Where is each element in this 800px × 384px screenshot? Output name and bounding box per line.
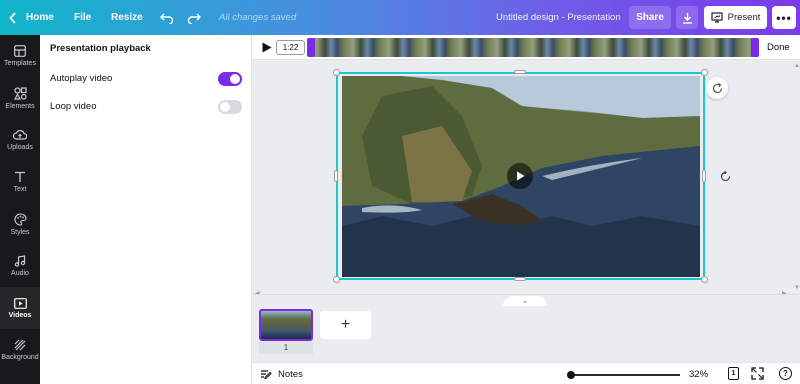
zoom-value[interactable]: 32%	[689, 369, 708, 380]
rail-item-uploads[interactable]: Uploads	[0, 119, 40, 161]
rail-label-audio: Audio	[11, 270, 29, 277]
uploads-icon	[13, 130, 27, 140]
redo-icon[interactable]	[187, 0, 201, 35]
bottom-bar: Notes 32% 1 ?	[252, 362, 800, 384]
scroll-down-icon[interactable]: ▼	[794, 285, 800, 291]
loop-label: Loop video	[50, 101, 97, 112]
autoplay-toggle[interactable]	[218, 72, 242, 86]
elements-icon	[13, 86, 27, 100]
file-menu-button[interactable]: File	[74, 0, 91, 35]
collapse-pages-chevron-icon[interactable]: ⌄	[503, 296, 547, 306]
add-page-button[interactable]: +	[320, 311, 371, 339]
done-button[interactable]: Done	[767, 42, 790, 53]
rail-item-templates[interactable]: Templates	[0, 35, 40, 77]
text-icon	[15, 171, 25, 182]
videos-icon	[13, 297, 27, 309]
loop-toggle[interactable]	[218, 100, 242, 114]
rail-label-styles: Styles	[10, 228, 30, 236]
playback-panel: Presentation playback Autoplay video Loo…	[40, 35, 252, 384]
rotate-icon[interactable]	[718, 169, 732, 183]
resize-handle-right[interactable]	[702, 170, 706, 182]
resize-handle-bottom[interactable]	[514, 277, 526, 281]
audio-icon	[14, 255, 26, 267]
notes-button[interactable]: Notes	[278, 369, 303, 380]
styles-icon	[14, 212, 27, 226]
rail-item-elements[interactable]: Elements	[0, 77, 40, 119]
rail-label-elements: Elements	[5, 102, 35, 110]
rail-item-background[interactable]: Background	[0, 329, 40, 371]
play-icon	[516, 171, 524, 181]
present-button[interactable]: Present	[704, 6, 767, 29]
trim-end-handle[interactable]	[751, 38, 759, 57]
rail-item-audio[interactable]: Audio	[0, 245, 40, 287]
top-toolbar: Home File Resize All changes saved Untit…	[0, 0, 800, 35]
toggle-knob	[220, 102, 230, 112]
play-icon[interactable]	[262, 42, 272, 53]
autoplay-label: Autoplay video	[50, 73, 113, 84]
help-button[interactable]: ?	[779, 367, 792, 380]
resize-handle-top-left[interactable]	[333, 69, 340, 76]
templates-icon	[14, 45, 26, 57]
rail-label-videos: Videos	[8, 311, 32, 319]
rail-item-styles[interactable]: Styles	[0, 203, 40, 245]
zoom-slider-track[interactable]	[570, 374, 680, 376]
design-title[interactable]: Untitled design - Presentation	[496, 0, 621, 35]
toggle-knob	[230, 74, 240, 84]
rail-label-text: Text	[13, 186, 27, 193]
resize-handle-bottom-left[interactable]	[333, 276, 340, 283]
share-button[interactable]: Share	[629, 6, 671, 29]
refresh-icon	[712, 82, 722, 93]
resize-handle-bottom-right[interactable]	[701, 276, 708, 283]
rail-item-videos[interactable]: Videos	[0, 287, 40, 329]
rail-label-templates: Templates	[4, 60, 36, 67]
home-button[interactable]: Home	[26, 0, 54, 35]
resize-button[interactable]: Resize	[111, 0, 143, 35]
page-thumbnail[interactable]	[259, 309, 313, 341]
page-number: 1	[283, 343, 289, 352]
video-trim-bar: 1:22 Done	[252, 35, 800, 60]
video-duration: 1:22	[276, 40, 305, 55]
video-play-button[interactable]	[507, 163, 533, 189]
rail-label-uploads: Uploads	[7, 144, 33, 151]
panel-title: Presentation playback	[50, 43, 151, 54]
page-count-button[interactable]: 1	[728, 367, 739, 380]
resize-handle-top-right[interactable]	[701, 69, 708, 76]
background-icon	[14, 339, 26, 351]
undo-icon[interactable]	[160, 0, 174, 35]
video-frames-strip[interactable]	[307, 38, 759, 57]
zoom-slider-knob[interactable]	[567, 371, 575, 379]
present-icon	[711, 12, 723, 23]
save-status: All changes saved	[219, 12, 297, 23]
refresh-button[interactable]	[706, 77, 728, 99]
rail-item-text[interactable]: Text	[0, 161, 40, 203]
rail-label-background: Background	[1, 354, 39, 361]
left-rail: Templates Elements Uploads Text Styles A…	[0, 35, 40, 384]
resize-handle-top[interactable]	[514, 70, 526, 74]
back-chevron-icon[interactable]	[6, 0, 20, 35]
more-options-button[interactable]: •••	[772, 6, 796, 29]
fullscreen-icon[interactable]	[751, 367, 764, 380]
trim-start-handle[interactable]	[307, 38, 315, 57]
resize-handle-left[interactable]	[334, 170, 338, 182]
scroll-up-icon[interactable]: ▲	[794, 63, 800, 69]
download-icon[interactable]	[676, 6, 698, 29]
present-label: Present	[727, 12, 761, 23]
notes-icon[interactable]	[260, 368, 272, 380]
